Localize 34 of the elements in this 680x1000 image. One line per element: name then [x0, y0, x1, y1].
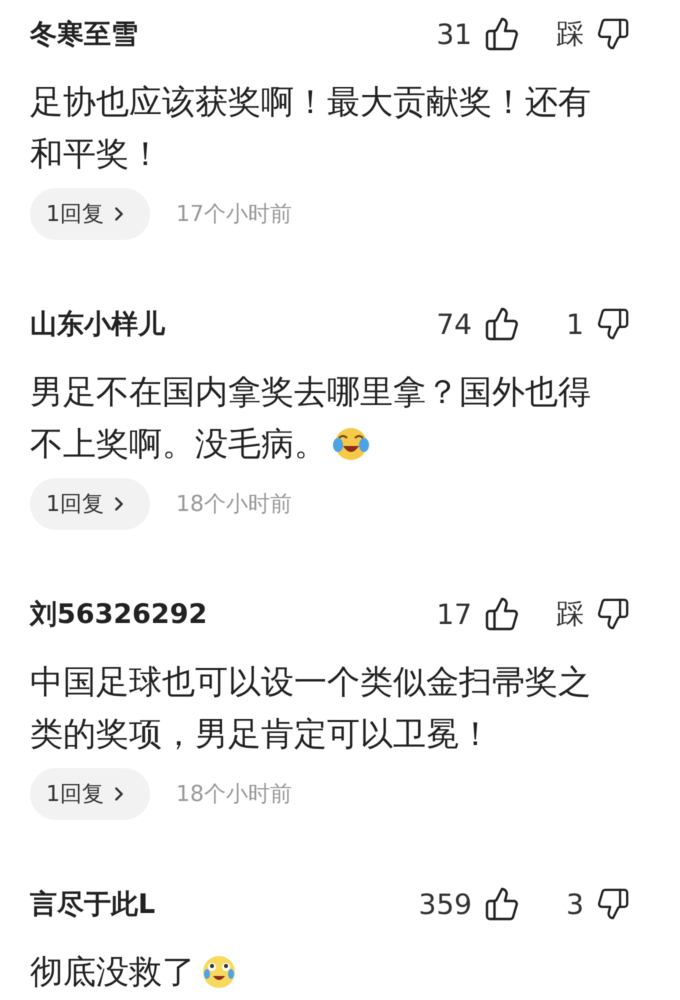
comment-text: 彻底没救了 [30, 951, 195, 993]
dislike-label: 踩 [556, 596, 584, 632]
comment-text: 足协也应该获奖啊！最大贡献奖！还有 [30, 81, 591, 123]
comment-text: 类的奖项，男足肯定可以卫冕！ [30, 713, 492, 755]
user-name[interactable]: 言尽于此L [30, 886, 380, 922]
thumbs-up-icon[interactable] [484, 16, 520, 52]
replies-button[interactable]: 1回复 [30, 768, 150, 820]
user-name[interactable]: 冬寒至雪 [30, 16, 380, 52]
comment-text: 不上奖啊。没毛病。 [30, 423, 327, 465]
dislike-label: 3 [566, 888, 584, 920]
like-count: 359 [418, 888, 472, 920]
dislike-label: 踩 [556, 16, 584, 52]
like-count: 17 [436, 598, 472, 630]
user-name[interactable]: 刘56326292 [30, 596, 380, 632]
comment-time: 17个小时前 [176, 201, 292, 229]
dislike-label: 1 [566, 308, 584, 340]
replies-button[interactable]: 1回复 [30, 188, 150, 240]
comment-time: 18个小时前 [176, 781, 292, 809]
comment-text: 和平奖！ [30, 133, 162, 175]
replies-button[interactable]: 1回复 [30, 478, 150, 530]
comment-time: 18个小时前 [176, 491, 292, 519]
comment-text: 中国足球也可以设一个类似金扫帚奖之 [30, 661, 591, 703]
comment-text: 男足不在国内拿奖去哪里拿？国外也得 [30, 371, 591, 413]
user-name[interactable]: 山东小样儿 [30, 306, 380, 342]
thumbs-up-icon[interactable] [484, 306, 520, 342]
thumbs-up-icon[interactable] [484, 886, 520, 922]
crying-emoji-icon [331, 426, 371, 462]
thumbs-down-icon[interactable] [596, 17, 630, 51]
thumbs-down-icon[interactable] [596, 307, 630, 341]
like-count: 31 [436, 18, 472, 50]
like-count: 74 [436, 308, 472, 340]
thumbs-down-icon[interactable] [596, 887, 630, 921]
thumbs-up-icon[interactable] [484, 596, 520, 632]
thumbs-down-icon[interactable] [596, 597, 630, 631]
